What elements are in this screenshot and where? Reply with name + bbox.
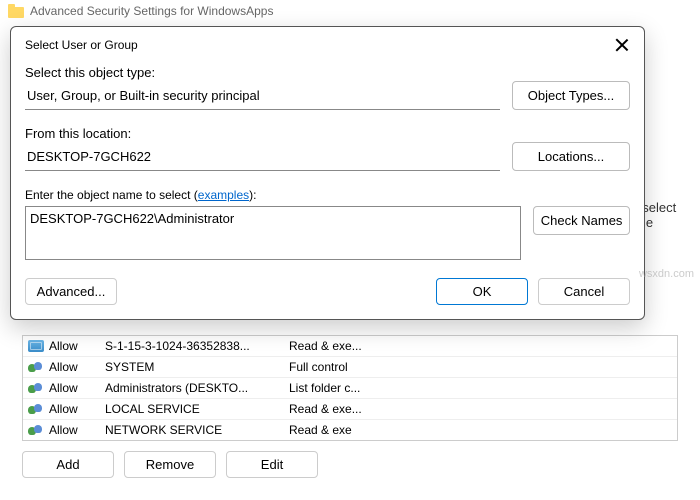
col-access: Read & exe... <box>289 402 673 416</box>
remove-button[interactable]: Remove <box>124 451 216 478</box>
close-icon[interactable] <box>614 37 630 53</box>
col-access: Read & exe... <box>289 339 673 353</box>
check-names-button[interactable]: Check Names <box>533 206 630 235</box>
col-type: Allow <box>49 423 101 437</box>
table-row[interactable]: Allow Administrators (DESKTO... List folde… <box>23 377 677 398</box>
examples-link[interactable]: examples <box>198 188 249 202</box>
edit-button[interactable]: Edit <box>226 451 318 478</box>
watermark-text: wsxdn.com <box>639 268 694 280</box>
col-type: Allow <box>49 360 101 374</box>
add-button[interactable]: Add <box>22 451 114 478</box>
folder-icon <box>8 4 24 18</box>
cancel-button[interactable]: Cancel <box>538 278 630 305</box>
permissions-area: Allow S-1-15-3-1024-36352838... Read & exe… <box>22 335 678 478</box>
name-label-pre: Enter the object name to select ( <box>25 188 198 202</box>
dialog-title-text: Select User or Group <box>25 38 138 52</box>
col-access: Full control <box>289 360 673 374</box>
two-users-icon <box>27 359 45 375</box>
location-value: DESKTOP-7GCH622 <box>25 145 500 171</box>
object-name-input[interactable] <box>25 206 521 260</box>
name-label-post: ): <box>249 188 256 202</box>
advanced-button[interactable]: Advanced... <box>25 278 117 305</box>
object-types-button[interactable]: Object Types... <box>512 81 630 110</box>
col-principal: NETWORK SERVICE <box>105 423 285 437</box>
col-type: Allow <box>49 339 101 353</box>
locations-button[interactable]: Locations... <box>512 142 630 171</box>
two-users-icon <box>27 401 45 417</box>
table-row[interactable]: Allow S-1-15-3-1024-36352838... Read & exe… <box>23 335 677 356</box>
dialog-titlebar: Select User or Group <box>11 27 644 61</box>
table-row[interactable]: Allow NETWORK SERVICE Read & exe <box>23 419 677 440</box>
table-row[interactable]: Allow SYSTEM Full control <box>23 356 677 377</box>
two-users-icon <box>27 422 45 438</box>
permissions-button-row: Add Remove Edit <box>22 451 678 478</box>
col-access: List folder c... <box>289 381 673 395</box>
location-label: From this location: <box>25 126 500 141</box>
col-type: Allow <box>49 402 101 416</box>
object-type-label: Select this object type: <box>25 65 500 80</box>
permissions-table: Allow S-1-15-3-1024-36352838... Read & exe… <box>22 335 678 441</box>
col-principal: SYSTEM <box>105 360 285 374</box>
two-users-icon <box>27 380 45 396</box>
object-name-label: Enter the object name to select (example… <box>25 187 630 202</box>
bg-window-title: Advanced Security Settings for WindowsAp… <box>0 0 700 22</box>
table-row[interactable]: Allow LOCAL SERVICE Read & exe... <box>23 398 677 419</box>
ok-button[interactable]: OK <box>436 278 528 305</box>
bg-title-text: Advanced Security Settings for WindowsAp… <box>30 4 273 18</box>
col-type: Allow <box>49 381 101 395</box>
object-type-value: User, Group, or Built-in security princi… <box>25 84 500 110</box>
col-principal: S-1-15-3-1024-36352838... <box>105 339 285 353</box>
col-access: Read & exe <box>289 423 673 437</box>
col-principal: Administrators (DESKTO... <box>105 381 285 395</box>
app-icon <box>27 338 45 354</box>
select-user-group-dialog: Select User or Group Select this object … <box>10 26 645 320</box>
col-principal: LOCAL SERVICE <box>105 402 285 416</box>
